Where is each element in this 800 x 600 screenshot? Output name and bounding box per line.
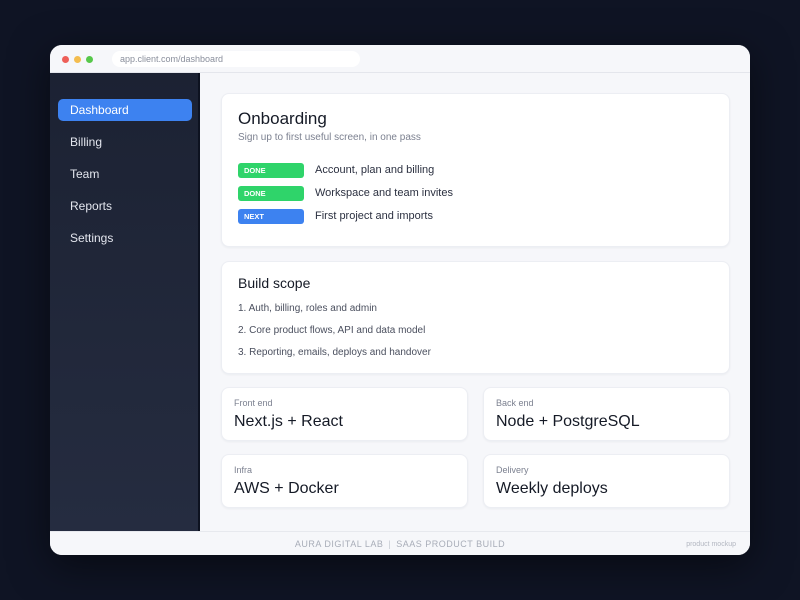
footer-brand: AURA DIGITAL LAB — [294, 539, 384, 549]
footer-separator: | — [388, 539, 392, 549]
minimize-window-dot-icon[interactable] — [74, 56, 81, 63]
sidebar: Dashboard Billing Team Reports Settings — [50, 73, 200, 531]
onboarding-step: DONE Workspace and team invites — [238, 186, 678, 201]
infra-card: Infra AWS + Docker — [221, 454, 468, 508]
stack-label: Back end — [496, 398, 534, 408]
sidebar-item-reports[interactable]: Reports — [58, 195, 192, 217]
sidebar-item-settings[interactable]: Settings — [58, 227, 192, 249]
stack-value: AWS + Docker — [234, 480, 339, 497]
step-label: First project and imports — [315, 210, 433, 222]
onboarding-step: DONE Account, plan and billing — [238, 163, 678, 178]
list-item: 3. Reporting, emails, deploys and handov… — [238, 347, 431, 358]
stack-value: Next.js + React — [234, 413, 343, 430]
footer-credits: AURA DIGITAL LAB | SAAS PRODUCT BUILD — [50, 539, 750, 549]
list-item: 2. Core product flows, API and data mode… — [238, 325, 426, 336]
stack-label: Delivery — [496, 465, 529, 475]
status-badge: DONE — [238, 163, 304, 178]
browser-titlebar: app.client.com/dashboard — [50, 45, 750, 73]
onboarding-subtitle: Sign up to first useful screen, in one p… — [238, 132, 421, 143]
front-end-card: Front end Next.js + React — [221, 387, 468, 441]
stack-label: Infra — [234, 465, 253, 475]
onboarding-step: NEXT First project and imports — [238, 209, 678, 224]
footer-right-note: product mockup — [686, 541, 736, 548]
sidebar-item-team[interactable]: Team — [58, 163, 192, 185]
build-scope-card: Build scope 1. Auth, billing, roles and … — [221, 261, 730, 374]
stack-label: Front end — [234, 398, 273, 408]
stack-value: Weekly deploys — [496, 480, 608, 497]
close-window-dot-icon[interactable] — [62, 56, 69, 63]
sidebar-item-dashboard[interactable]: Dashboard — [58, 99, 192, 121]
delivery-card: Delivery Weekly deploys — [483, 454, 730, 508]
browser-window: app.client.com/dashboard Dashboard Billi… — [50, 45, 750, 555]
stack-value: Node + PostgreSQL — [496, 413, 640, 430]
footer: AURA DIGITAL LAB | SAAS PRODUCT BUILD prod… — [50, 531, 750, 555]
maximize-window-dot-icon[interactable] — [86, 56, 93, 63]
onboarding-card: Onboarding Sign up to first useful scree… — [221, 93, 730, 247]
main-content: Onboarding Sign up to first useful scree… — [200, 73, 750, 531]
build-scope-title: Build scope — [238, 275, 311, 291]
sidebar-item-billing[interactable]: Billing — [58, 131, 192, 153]
onboarding-title: Onboarding — [238, 109, 327, 128]
address-bar[interactable]: app.client.com/dashboard — [112, 51, 360, 67]
status-badge: DONE — [238, 186, 304, 201]
list-item: 1. Auth, billing, roles and admin — [238, 303, 377, 314]
back-end-card: Back end Node + PostgreSQL — [483, 387, 730, 441]
status-badge: NEXT — [238, 209, 304, 224]
footer-tagline: SAAS PRODUCT BUILD — [396, 539, 506, 549]
step-label: Workspace and team invites — [315, 187, 453, 199]
step-label: Account, plan and billing — [315, 164, 435, 176]
